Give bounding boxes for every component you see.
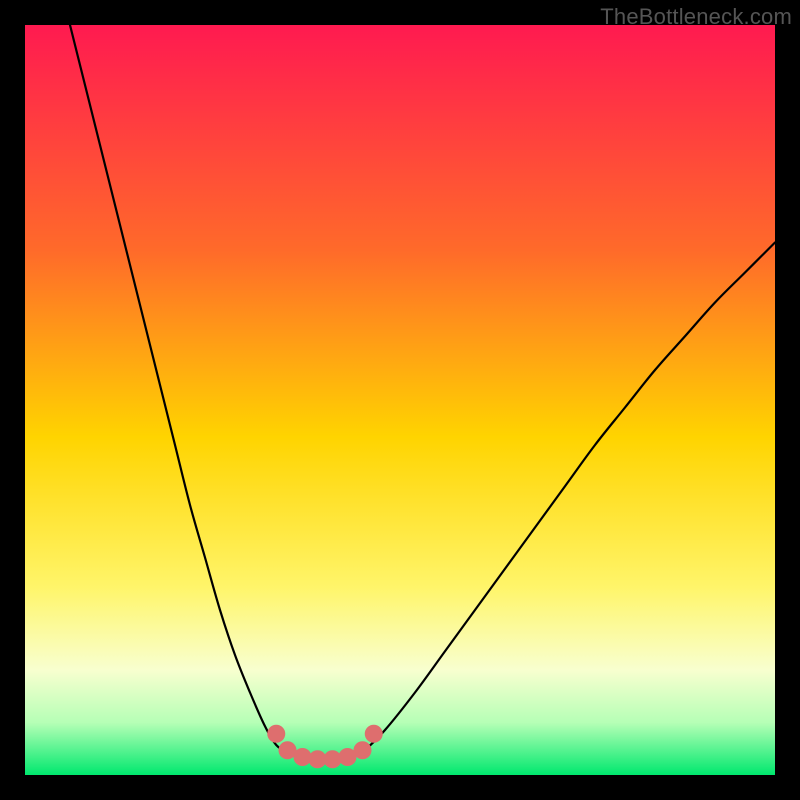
chart-svg bbox=[25, 25, 775, 775]
valley-marker bbox=[354, 741, 372, 759]
chart-frame: TheBottleneck.com bbox=[0, 0, 800, 800]
gradient-background bbox=[25, 25, 775, 775]
valley-marker bbox=[267, 725, 285, 743]
valley-marker bbox=[365, 725, 383, 743]
plot-area bbox=[25, 25, 775, 775]
watermark-label: TheBottleneck.com bbox=[600, 4, 792, 30]
